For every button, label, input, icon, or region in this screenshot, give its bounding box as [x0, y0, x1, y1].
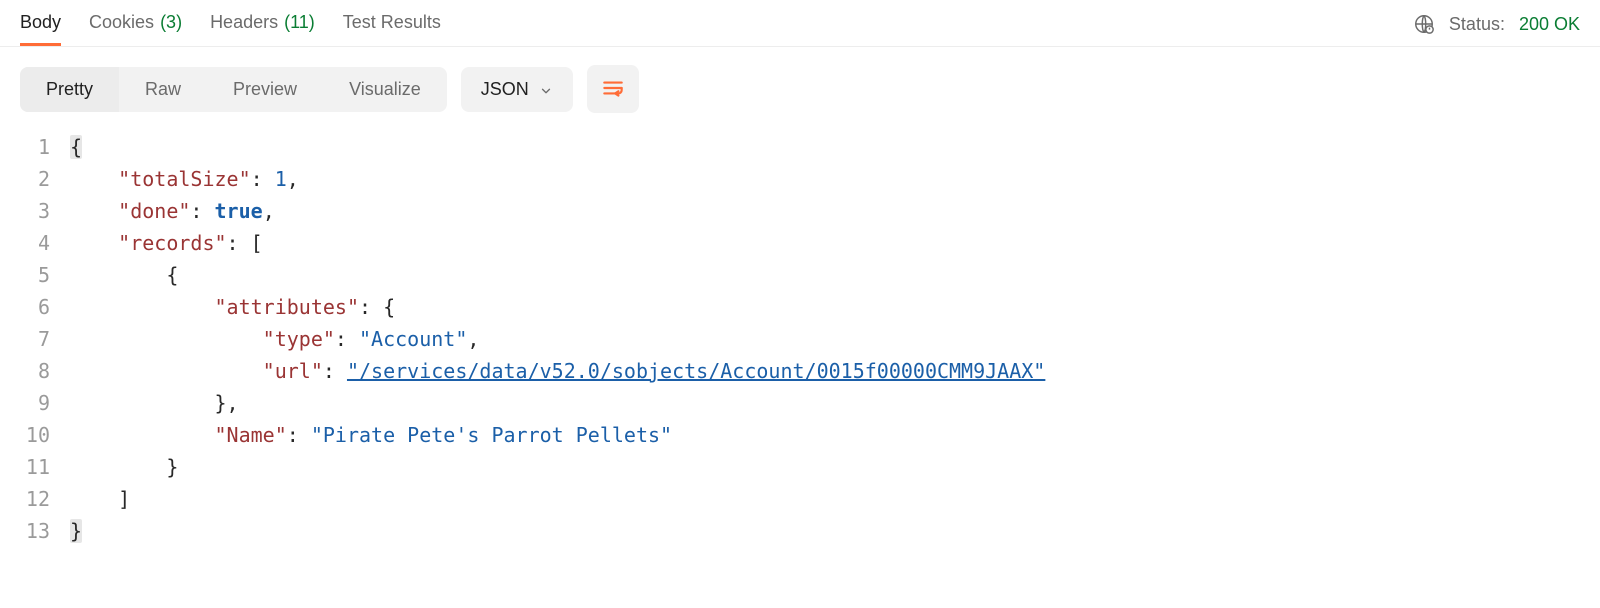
view-tab-raw[interactable]: Raw	[119, 67, 207, 112]
tab-headers-count: (11)	[284, 12, 315, 33]
line-number: 6	[20, 291, 70, 323]
code-line: 8 "url": "/services/data/v52.0/sobjects/…	[20, 355, 1580, 387]
status-area: Status: 200 OK	[1413, 13, 1580, 45]
code-content: }	[70, 515, 82, 547]
tab-cookies-label: Cookies	[89, 12, 154, 33]
code-content: }	[70, 451, 178, 483]
code-content: {	[70, 259, 178, 291]
code-content: "type": "Account",	[70, 323, 479, 355]
line-number: 5	[20, 259, 70, 291]
body-view-toolbar: Pretty Raw Preview Visualize JSON	[0, 47, 1600, 131]
wrap-lines-button[interactable]	[587, 65, 639, 113]
code-line: 1 {	[20, 131, 1580, 163]
code-line: 10 "Name": "Pirate Pete's Parrot Pellets…	[20, 419, 1580, 451]
wrap-lines-icon	[600, 75, 626, 104]
line-number: 7	[20, 323, 70, 355]
tab-cookies-count: (3)	[160, 12, 182, 33]
line-number: 11	[20, 451, 70, 483]
code-content: ]	[70, 483, 130, 515]
line-number: 4	[20, 227, 70, 259]
line-number: 12	[20, 483, 70, 515]
tab-test-results-label: Test Results	[343, 12, 441, 33]
code-line: 13 }	[20, 515, 1580, 547]
code-line: 6 "attributes": {	[20, 291, 1580, 323]
network-globe-icon[interactable]	[1413, 13, 1435, 35]
code-line: 12 ]	[20, 483, 1580, 515]
line-number: 10	[20, 419, 70, 451]
code-content: {	[70, 131, 82, 163]
code-content: "done": true,	[70, 195, 275, 227]
tab-body-label: Body	[20, 12, 61, 33]
code-line: 2 "totalSize": 1,	[20, 163, 1580, 195]
status-label: Status:	[1449, 14, 1505, 35]
line-number: 1	[20, 131, 70, 163]
code-line: 4 "records": [	[20, 227, 1580, 259]
code-content: "totalSize": 1,	[70, 163, 299, 195]
tab-headers-label: Headers	[210, 12, 278, 33]
url-link[interactable]: "/services/data/v52.0/sobjects/Account/0…	[347, 359, 1045, 383]
code-line: 7 "type": "Account",	[20, 323, 1580, 355]
response-tabs: Body Cookies (3) Headers (11) Test Resul…	[0, 0, 1600, 47]
status-value: 200 OK	[1519, 14, 1580, 35]
format-select[interactable]: JSON	[461, 67, 573, 112]
line-number: 3	[20, 195, 70, 227]
view-mode-tabs: Pretty Raw Preview Visualize	[20, 67, 447, 112]
view-tab-visualize[interactable]: Visualize	[323, 67, 447, 112]
view-tab-pretty[interactable]: Pretty	[20, 67, 119, 112]
tab-body[interactable]: Body	[20, 12, 61, 46]
tab-test-results[interactable]: Test Results	[343, 12, 441, 46]
tab-headers[interactable]: Headers (11)	[210, 12, 315, 46]
code-line: 9 },	[20, 387, 1580, 419]
tab-cookies[interactable]: Cookies (3)	[89, 12, 182, 46]
line-number: 8	[20, 355, 70, 387]
code-content: "url": "/services/data/v52.0/sobjects/Ac…	[70, 355, 1045, 387]
response-body-viewer[interactable]: 1 { 2 "totalSize": 1, 3 "done": true, 4 …	[0, 131, 1600, 567]
format-select-value: JSON	[481, 79, 529, 100]
view-tab-preview[interactable]: Preview	[207, 67, 323, 112]
code-line: 11 }	[20, 451, 1580, 483]
chevron-down-icon	[539, 82, 553, 96]
code-content: "attributes": {	[70, 291, 395, 323]
code-line: 3 "done": true,	[20, 195, 1580, 227]
line-number: 13	[20, 515, 70, 547]
code-line: 5 {	[20, 259, 1580, 291]
line-number: 9	[20, 387, 70, 419]
code-content: "records": [	[70, 227, 263, 259]
code-content: },	[70, 387, 239, 419]
line-number: 2	[20, 163, 70, 195]
code-content: "Name": "Pirate Pete's Parrot Pellets"	[70, 419, 672, 451]
